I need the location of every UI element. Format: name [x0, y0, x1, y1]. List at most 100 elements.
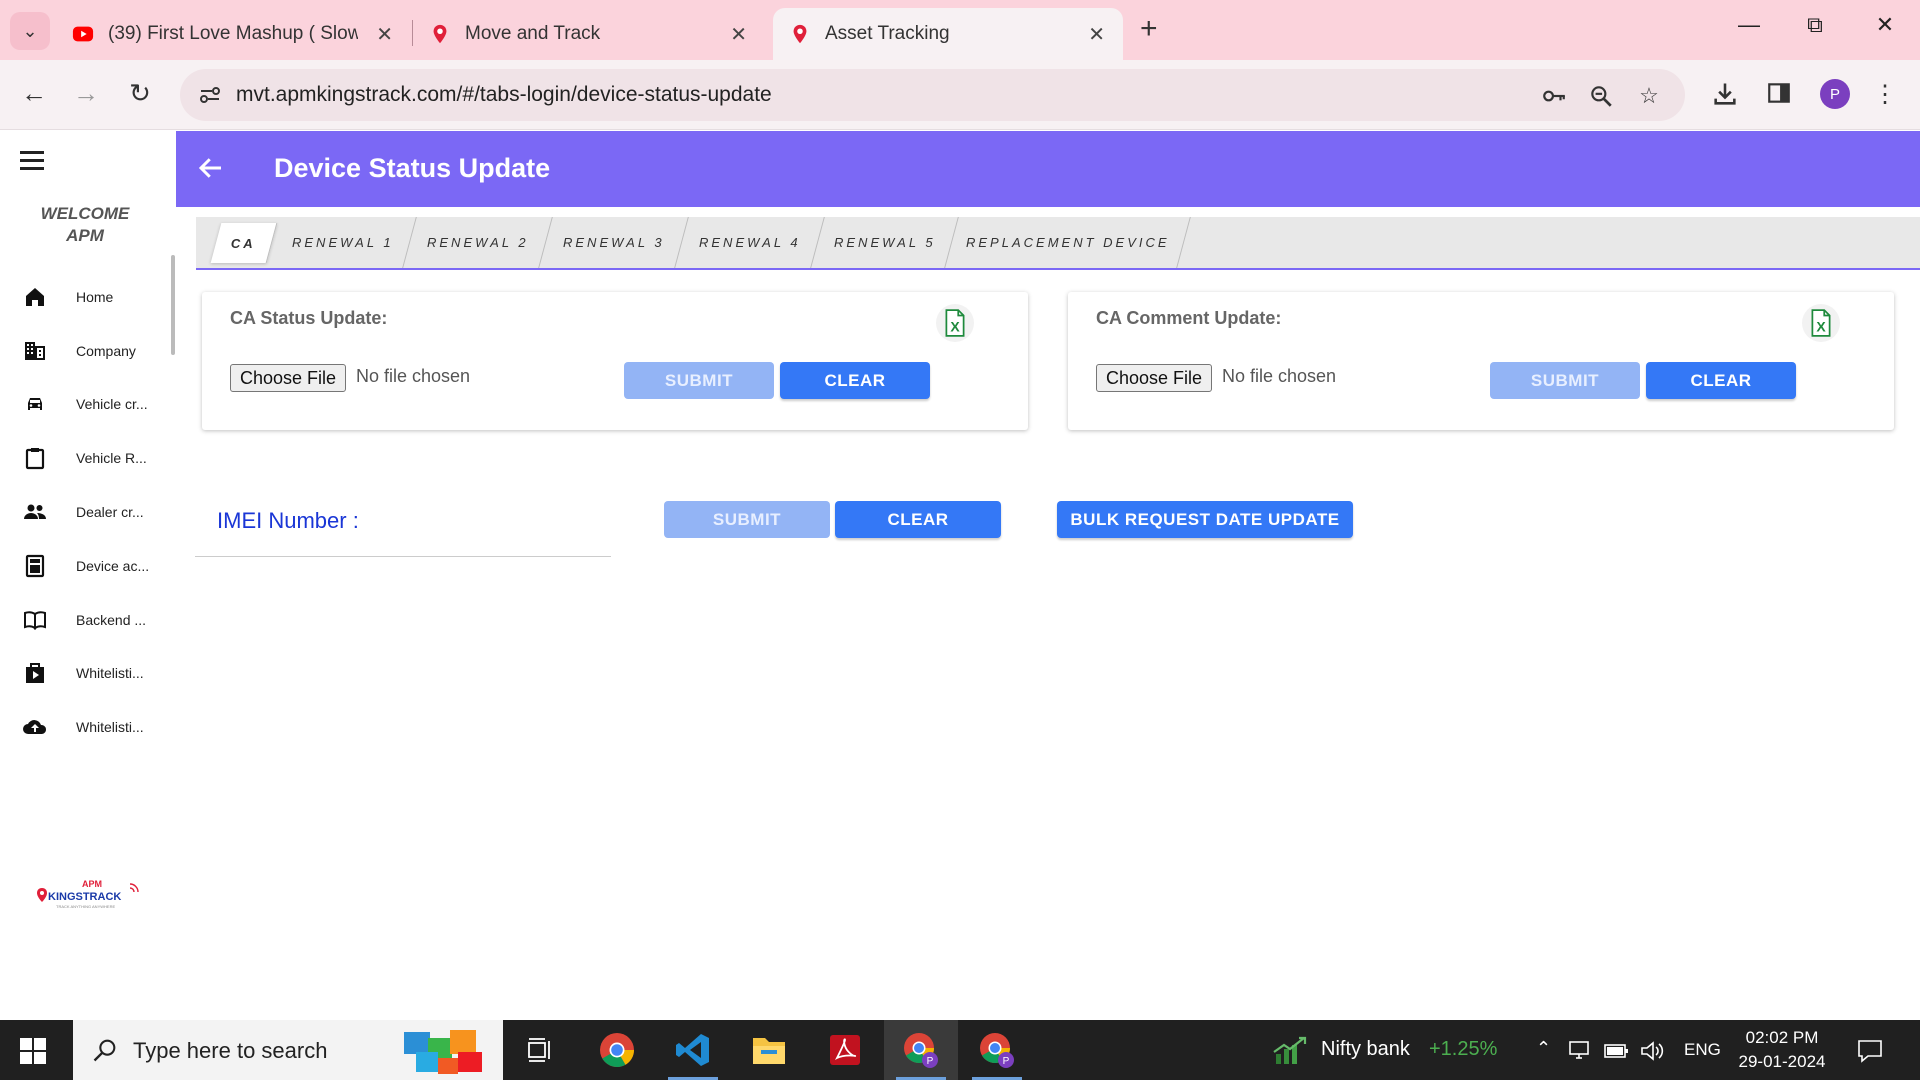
- key-icon[interactable]: [1541, 83, 1567, 109]
- windows-taskbar: Type here to search P P Nifty bank +1.25…: [0, 1020, 1920, 1080]
- tab-ca[interactable]: CA: [210, 223, 278, 263]
- chevron-up-icon[interactable]: ⌃: [1536, 1038, 1551, 1059]
- ticker-change: +1.25%: [1429, 1038, 1498, 1060]
- building-icon: [22, 338, 48, 364]
- sidebar-item-vehicle-r[interactable]: Vehicle R...: [0, 438, 176, 478]
- tab-renewal-5[interactable]: RENEWAL 5: [811, 217, 959, 268]
- tab-replacement-device[interactable]: REPLACEMENT DEVICE: [945, 217, 1191, 268]
- system-clock[interactable]: 02:02 PM 29-01-2024: [1736, 1026, 1828, 1074]
- close-icon[interactable]: ✕: [730, 22, 747, 47]
- restore-button[interactable]: ⧉: [1790, 12, 1840, 38]
- taskbar-search-box[interactable]: Type here to search: [73, 1020, 503, 1080]
- imei-submit-button[interactable]: SUBMIT: [664, 501, 830, 538]
- taskbar-chrome[interactable]: [580, 1020, 654, 1080]
- minimize-button[interactable]: —: [1724, 12, 1774, 38]
- sidebar-item-label: Whitelisti...: [76, 719, 144, 735]
- window-close-button[interactable]: ✕: [1860, 12, 1910, 38]
- minimize-icon: —: [1738, 12, 1760, 37]
- browser-tab-youtube[interactable]: (39) First Love Mashup ( Slowed ✕: [56, 8, 411, 60]
- close-icon[interactable]: ✕: [1088, 22, 1105, 47]
- tab-label: CA: [231, 235, 256, 251]
- choose-file-button[interactable]: Choose File: [1096, 364, 1213, 392]
- tab-renewal-3[interactable]: RENEWAL 3: [539, 217, 689, 268]
- choose-file-button[interactable]: Choose File: [230, 364, 347, 392]
- tab-label: RENEWAL 3: [562, 235, 665, 250]
- forward-button[interactable]: →: [68, 78, 104, 109]
- address-bar[interactable]: mvt.apmkingstrack.com/#/tabs-login/devic…: [180, 69, 1685, 121]
- zoom-icon[interactable]: [1588, 83, 1614, 109]
- taskbar-vscode[interactable]: [656, 1020, 730, 1080]
- sidebar: WELCOME APM Home Company Vehicle cr... V…: [0, 131, 176, 1020]
- taskbar-acrobat[interactable]: [808, 1020, 882, 1080]
- windows-start-icon[interactable]: [20, 1038, 46, 1064]
- more-menu-icon[interactable]: ⋮: [1870, 80, 1900, 110]
- sidebar-item-dealer-create[interactable]: Dealer cr...: [0, 492, 176, 532]
- volume-icon[interactable]: [1640, 1040, 1666, 1062]
- card-title: CA Comment Update:: [1096, 308, 1282, 328]
- back-button[interactable]: ←: [16, 78, 52, 109]
- tab-renewal-2[interactable]: RENEWAL 2: [403, 217, 553, 268]
- reload-button[interactable]: ↻: [122, 78, 158, 109]
- hamburger-menu-icon[interactable]: [20, 151, 44, 175]
- bookmark-star-icon[interactable]: ☆: [1636, 83, 1662, 109]
- bulk-request-date-update-button[interactable]: BULK REQUEST DATE UPDATE: [1057, 501, 1353, 538]
- downloads-icon[interactable]: [1710, 80, 1740, 110]
- tab-title: Move and Track: [465, 23, 601, 44]
- location-pin-icon: [433, 24, 447, 44]
- task-view-icon: [528, 1038, 550, 1062]
- excel-download-icon[interactable]: X: [936, 304, 974, 342]
- task-view-button[interactable]: [504, 1020, 578, 1080]
- chrome-profile-icon: P: [904, 1033, 938, 1068]
- tab-bar: CA RENEWAL 1 RENEWAL 2 RENEWAL 3 RENEWAL…: [196, 217, 1920, 270]
- network-icon[interactable]: [1568, 1040, 1594, 1062]
- clear-button[interactable]: CLEAR: [780, 362, 930, 399]
- svg-text:X: X: [1816, 319, 1826, 335]
- close-icon[interactable]: ✕: [376, 22, 393, 47]
- chevron-down-icon: ⌄: [22, 20, 38, 41]
- stock-chart-icon: [1273, 1036, 1307, 1064]
- back-arrow-icon[interactable]: [196, 153, 228, 185]
- sidebar-item-backend[interactable]: Backend ...: [0, 600, 176, 640]
- sidebar-item-whitelisting-1[interactable]: Whitelisti...: [0, 653, 176, 693]
- tab-renewal-4[interactable]: RENEWAL 4: [675, 217, 825, 268]
- plus-icon: +: [1140, 12, 1158, 45]
- imei-clear-button[interactable]: CLEAR: [835, 501, 1001, 538]
- profile-avatar[interactable]: P: [1820, 79, 1850, 109]
- submit-button[interactable]: SUBMIT: [624, 362, 774, 399]
- cloud-upload-icon: [22, 714, 48, 740]
- battery-icon[interactable]: [1604, 1042, 1630, 1060]
- vscode-icon: [676, 1034, 709, 1066]
- sidebar-item-label: Vehicle cr...: [76, 396, 148, 412]
- taskbar-chrome-profile-active[interactable]: P: [884, 1020, 958, 1080]
- new-tab-button[interactable]: +: [1140, 14, 1158, 44]
- sidebar-item-vehicle-create[interactable]: Vehicle cr...: [0, 384, 176, 424]
- tab-renewal-1[interactable]: RENEWAL 1: [269, 217, 417, 268]
- ca-comment-update-card: CA Comment Update: X Choose File No file…: [1068, 292, 1894, 430]
- taskbar-file-explorer[interactable]: [732, 1020, 806, 1080]
- sidebar-item-home[interactable]: Home: [0, 277, 176, 317]
- clock-date: 29-01-2024: [1738, 1052, 1826, 1071]
- sidebar-item-company[interactable]: Company: [0, 331, 176, 371]
- browser-tab-asset-tracking[interactable]: Asset Tracking ✕: [773, 8, 1123, 60]
- tab-label: RENEWAL 2: [426, 235, 529, 250]
- sidebar-item-label: Vehicle R...: [76, 450, 147, 466]
- notifications-icon[interactable]: [1856, 1038, 1884, 1064]
- browser-tab-move-and-track[interactable]: Move and Track ✕: [413, 8, 765, 60]
- arrow-left-icon: ←: [21, 78, 47, 108]
- youtube-icon: [72, 26, 94, 42]
- kingstrack-logo: APM KINGSTRACK TRACK ANYTHING ANYWHERE: [37, 879, 139, 909]
- tab-search-button[interactable]: ⌄: [10, 12, 50, 50]
- submit-button[interactable]: SUBMIT: [1490, 362, 1640, 399]
- chrome-profile-icon: P: [980, 1033, 1014, 1068]
- imei-number-label: IMEI Number :: [217, 508, 359, 533]
- taskbar-chrome-profile-2[interactable]: P: [960, 1020, 1034, 1080]
- svg-text:X: X: [950, 319, 960, 335]
- clear-button[interactable]: CLEAR: [1646, 362, 1796, 399]
- sidebar-item-whitelisting-2[interactable]: Whitelisti...: [0, 707, 176, 747]
- sidebar-item-device-activation[interactable]: Device ac...: [0, 546, 176, 586]
- tab-label: RENEWAL 4: [698, 235, 801, 250]
- excel-download-icon[interactable]: X: [1802, 304, 1840, 342]
- side-panel-icon[interactable]: [1764, 80, 1794, 110]
- imei-input-underline[interactable]: [195, 556, 611, 557]
- language-indicator[interactable]: ENG: [1684, 1040, 1721, 1060]
